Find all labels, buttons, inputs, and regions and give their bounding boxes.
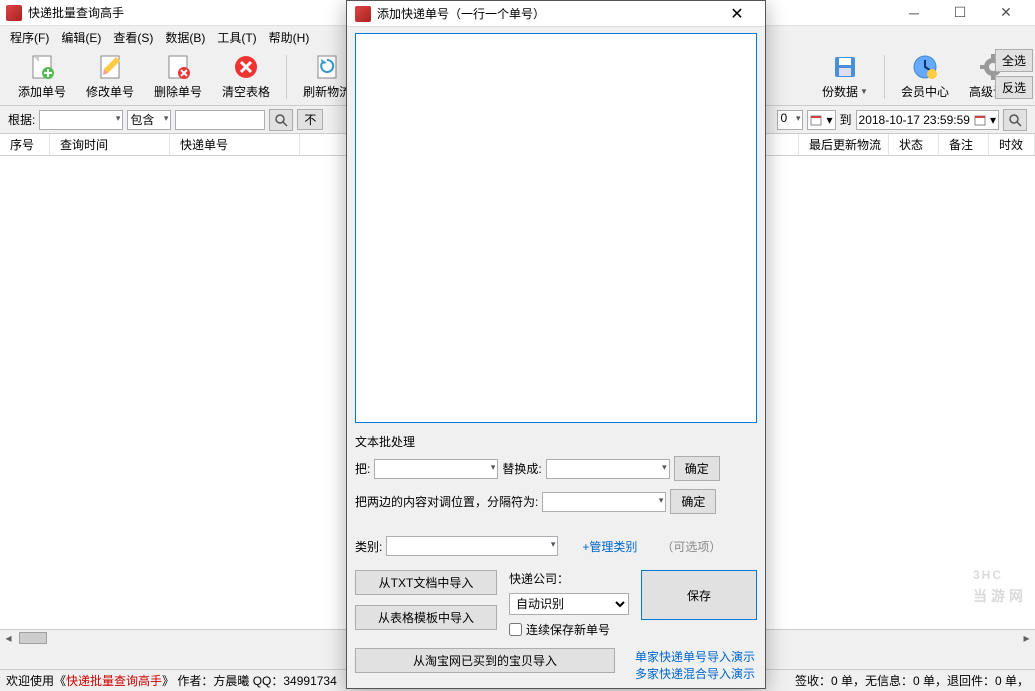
import-txt-button[interactable]: 从TXT文档中导入 — [355, 570, 497, 595]
refresh-icon — [313, 53, 341, 81]
toolbar-label: 修改单号 — [86, 83, 134, 100]
date-search-button[interactable] — [1003, 109, 1027, 131]
col-remark[interactable]: 备注 — [939, 134, 989, 155]
save-button[interactable]: 保存 — [641, 570, 757, 620]
minimize-button[interactable]: ─ — [891, 0, 937, 26]
search-button[interactable] — [269, 109, 293, 131]
search-icon — [274, 113, 288, 127]
swap-label: 把两边的内容对调位置，分隔符为: — [355, 493, 538, 510]
col-index[interactable]: 序号 — [0, 134, 50, 155]
optional-label: （可选项） — [661, 538, 721, 555]
category-combo[interactable] — [386, 536, 558, 556]
app-title: 快递批量查询高手 — [28, 4, 124, 21]
demo-multi-link[interactable]: 多家快递混合导入演示 — [635, 665, 755, 682]
menu-data[interactable]: 数据(B) — [159, 27, 211, 48]
watermark: 3HC当游网 — [973, 554, 1027, 606]
close-button[interactable]: ✕ — [983, 0, 1029, 26]
delete-tracking-button[interactable]: 删除单号 — [144, 51, 212, 102]
date-to-value: 2018-10-17 23:59:59 — [859, 113, 970, 127]
status-counts: 签收：0 单，无信息：0 单，退回件：0 单， — [795, 672, 1029, 689]
separator — [286, 55, 287, 99]
demo-single-link[interactable]: 单家快递单号导入演示 — [635, 648, 755, 665]
tracking-numbers-textarea[interactable] — [355, 33, 757, 423]
separator — [884, 55, 885, 99]
sheet-pencil-icon — [96, 53, 124, 81]
filter-text-input[interactable] — [175, 110, 265, 130]
contain-combo[interactable]: 包含 — [127, 110, 171, 130]
clock-user-icon — [911, 53, 939, 81]
col-tracking-no[interactable]: 快递单号 — [170, 134, 300, 155]
menu-view[interactable]: 查看(S) — [107, 27, 159, 48]
keep-saving-checkbox[interactable]: 连续保存新单号 — [509, 621, 629, 638]
courier-company-label: 快递公司： — [509, 570, 629, 587]
clear-icon — [232, 53, 260, 81]
date-from-picker[interactable]: ▾ — [807, 110, 835, 130]
toolbar-label: 刷新物流 — [303, 83, 351, 100]
col-last-update[interactable]: 最后更新物流 — [799, 134, 889, 155]
import-taobao-button[interactable]: 从淘宝网已买到的宝贝导入 — [355, 648, 615, 673]
toolbar-label: 添加单号 — [18, 83, 66, 100]
menu-edit[interactable]: 编辑(E) — [55, 27, 107, 48]
replace-from-combo[interactable] — [374, 459, 498, 479]
col-timeliness[interactable]: 时效 — [989, 134, 1035, 155]
floppy-icon — [831, 53, 859, 81]
invert-selection-button[interactable]: 反选 — [995, 76, 1033, 99]
clear-table-button[interactable]: 清空表格 — [212, 51, 280, 102]
sheet-plus-icon — [28, 53, 56, 81]
menu-program[interactable]: 程序(F) — [4, 27, 55, 48]
select-all-button[interactable]: 全选 — [995, 49, 1033, 72]
import-sheet-button[interactable]: 从表格模板中导入 — [355, 605, 497, 630]
backup-data-button[interactable]: 份数据▼ — [812, 51, 878, 102]
toolbar-label: 删除单号 — [154, 83, 202, 100]
to-label: 到 — [840, 111, 852, 128]
dialog-title: 添加快递单号（一行一个单号） — [377, 5, 545, 22]
add-tracking-dialog: 添加快递单号（一行一个单号） ✕ 文本批处理 把: 替换成: 确定 把两边的内容… — [346, 0, 766, 689]
toolbar-label: 会员中心 — [901, 83, 949, 100]
col-status[interactable]: 状态 — [889, 134, 939, 155]
text-batch-label: 文本批处理 — [355, 433, 757, 450]
keep-saving-input[interactable] — [509, 623, 522, 636]
toolbar-label: 清空表格 — [222, 83, 270, 100]
menu-help[interactable]: 帮助(H) — [263, 27, 316, 48]
menu-tools[interactable]: 工具(T) — [211, 27, 262, 48]
add-tracking-button[interactable]: 添加单号 — [8, 51, 76, 102]
dialog-title-bar: 添加快递单号（一行一个单号） ✕ — [347, 1, 765, 27]
search-icon — [1008, 113, 1022, 127]
dialog-icon — [355, 6, 371, 22]
maximize-button[interactable]: ☐ — [937, 0, 983, 26]
sheet-delete-icon — [164, 53, 192, 81]
app-icon — [6, 5, 22, 21]
member-center-button[interactable]: 会员中心 — [891, 51, 959, 102]
basis-combo[interactable] — [39, 110, 123, 130]
swap-ok-button[interactable]: 确定 — [670, 489, 716, 514]
not-button[interactable]: 不 — [297, 109, 323, 130]
status-welcome: 欢迎使用《快递批量查询高手》 作者：方晨曦 QQ：34991734 — [6, 672, 337, 689]
calendar-icon — [810, 114, 822, 126]
replace-ok-button[interactable]: 确定 — [674, 456, 720, 481]
replace-to-label: 替换成: — [502, 460, 541, 477]
delimiter-combo[interactable] — [542, 492, 666, 512]
dialog-close-button[interactable]: ✕ — [717, 4, 757, 24]
calendar-icon — [974, 114, 986, 126]
edit-tracking-button[interactable]: 修改单号 — [76, 51, 144, 102]
category-label: 类别: — [355, 538, 382, 555]
col-query-time[interactable]: 查询时间 — [50, 134, 170, 155]
spin-value[interactable]: 0 — [777, 110, 803, 130]
date-to-picker[interactable]: 2018-10-17 23:59:59 ▾ — [856, 110, 999, 130]
replace-to-combo[interactable] — [546, 459, 670, 479]
manage-category-link[interactable]: +管理类别 — [582, 538, 637, 555]
courier-company-select[interactable]: 自动识别 — [509, 593, 629, 615]
toolbar-label: 份数据 — [822, 83, 858, 100]
basis-label: 根据: — [8, 111, 35, 128]
replace-from-label: 把: — [355, 460, 370, 477]
